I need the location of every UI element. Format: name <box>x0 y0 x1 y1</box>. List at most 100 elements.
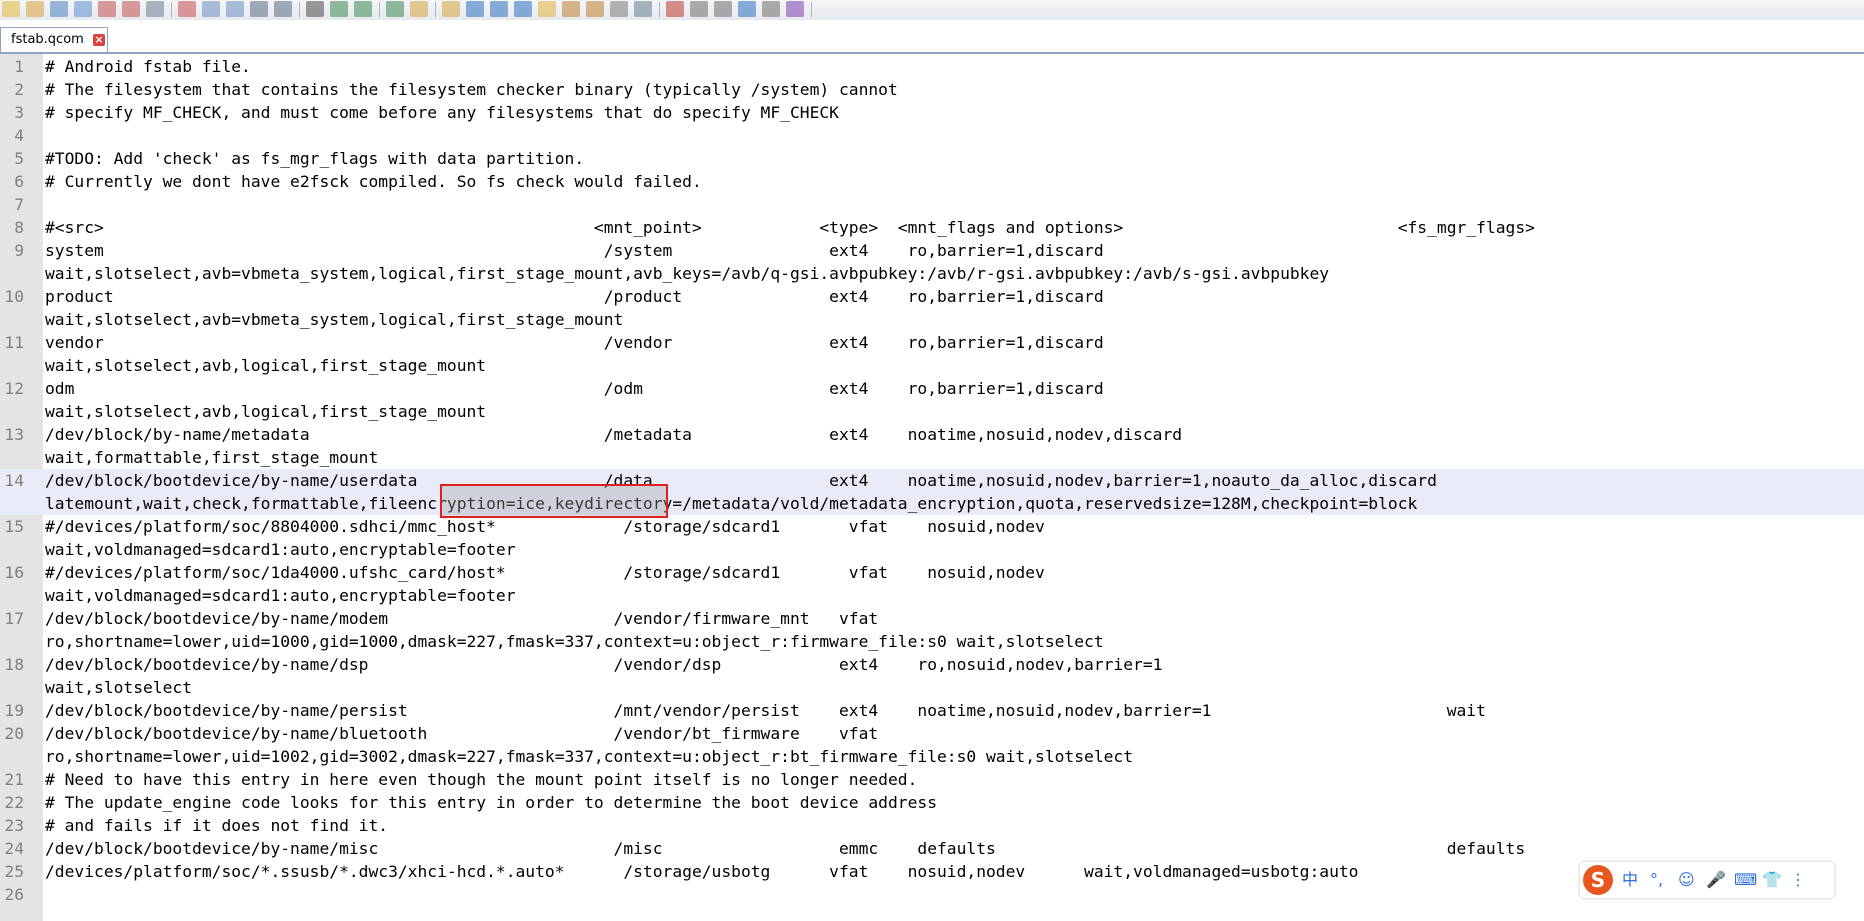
code-line[interactable]: #/devices/platform/soc/1da4000.ufshc_car… <box>45 561 1045 584</box>
tab-fstab-qcom[interactable]: fstab.qcom × <box>0 27 108 53</box>
cut-icon[interactable] <box>178 1 196 17</box>
copy-icon[interactable] <box>202 1 220 17</box>
record-macro-icon[interactable] <box>666 1 684 17</box>
code-line[interactable]: vendor /vendor ext4 ro,barrier=1,discard <box>45 331 1104 354</box>
ime-toolbar[interactable]: S 中 °, ☺ 🎤 ⌨ 👕 ⋮ <box>1580 862 1834 898</box>
line-number: 8 <box>14 218 24 237</box>
print-icon[interactable] <box>146 1 164 17</box>
sync-vertical-icon[interactable] <box>410 1 428 17</box>
save-all-icon[interactable] <box>74 1 92 17</box>
tab-close-icon[interactable]: × <box>93 34 105 46</box>
code-line[interactable]: #<src> <mnt_point> <type> <mnt_flags and… <box>45 216 1535 239</box>
code-line[interactable]: /dev/block/bootdevice/by-name/dsp /vendo… <box>45 653 1162 676</box>
close-icon[interactable] <box>98 1 116 17</box>
line-number: 14 <box>4 471 24 490</box>
line-number: 4 <box>14 126 24 145</box>
toolbar-separator <box>379 2 380 17</box>
code-line[interactable]: wait,voldmanaged=sdcard1:auto,encryptabl… <box>45 538 516 561</box>
code-line[interactable]: #TODO: Add 'check' as fs_mgr_flags with … <box>45 147 584 170</box>
document-map-icon[interactable] <box>610 1 628 17</box>
close-all-icon[interactable] <box>122 1 140 17</box>
code-line[interactable]: wait,slotselect,avb=vbmeta_system,logica… <box>45 262 1329 285</box>
code-line[interactable]: product /product ext4 ro,barrier=1,disca… <box>45 285 1104 308</box>
code-line[interactable]: ro,shortname=lower,uid=1000,gid=1000,dma… <box>45 630 1104 653</box>
toolbar-separator <box>299 2 300 17</box>
sync-horizontal-icon[interactable] <box>442 1 460 17</box>
code-line[interactable]: latemount,wait,check,formattable,fileenc… <box>45 492 1417 515</box>
code-line[interactable]: /dev/block/bootdevice/by-name/userdata /… <box>45 469 1437 492</box>
open-file-icon[interactable] <box>26 1 44 17</box>
code-line[interactable]: wait,slotselect <box>45 676 192 699</box>
bookmark-icon[interactable] <box>538 1 556 17</box>
zoom-out-icon[interactable] <box>386 1 404 17</box>
redo-icon[interactable] <box>274 1 292 17</box>
ime-more-icon[interactable]: ⋮ <box>1790 870 1806 890</box>
line-number: 3 <box>14 103 24 122</box>
code-line[interactable]: # Need to have this entry in here even t… <box>45 768 917 791</box>
ime-emoji-icon[interactable]: ☺ <box>1678 870 1695 890</box>
code-line[interactable]: /devices/platform/soc/*.ssusb/*.dwc3/xhc… <box>45 860 1359 883</box>
code-line[interactable]: #/devices/platform/soc/8804000.sdhci/mmc… <box>45 515 1045 538</box>
spellcheck-icon[interactable] <box>786 1 804 17</box>
toolbar-separator <box>171 2 172 17</box>
code-line[interactable]: # The filesystem that contains the files… <box>45 78 898 101</box>
ime-chinese-mode[interactable]: 中 <box>1622 870 1638 890</box>
stop-macro-icon[interactable] <box>690 1 708 17</box>
play-macro-icon[interactable] <box>714 1 732 17</box>
toolbar <box>0 0 1864 21</box>
undo-icon[interactable] <box>250 1 268 17</box>
code-line[interactable]: wait,slotselect,avb,logical,first_stage_… <box>45 354 486 377</box>
line-number: 7 <box>14 195 24 214</box>
function-list-icon[interactable] <box>562 1 580 17</box>
code-line[interactable]: odm /odm ext4 ro,barrier=1,discard <box>45 377 1104 400</box>
line-number: 17 <box>4 609 24 628</box>
code-line[interactable]: /dev/block/bootdevice/by-name/bluetooth … <box>45 722 878 745</box>
code-line[interactable]: /dev/block/bootdevice/by-name/persist /m… <box>45 699 1486 722</box>
line-number: 9 <box>14 241 24 260</box>
line-number: 16 <box>4 563 24 582</box>
code-line[interactable]: wait,formattable,first_stage_mount <box>45 446 378 469</box>
code-line[interactable]: # Android fstab file. <box>45 55 251 78</box>
line-number: 12 <box>4 379 24 398</box>
line-number: 2 <box>14 80 24 99</box>
toolbar-separator <box>659 2 660 17</box>
folder-tree-icon[interactable] <box>586 1 604 17</box>
line-number: 10 <box>4 287 24 306</box>
line-number: 13 <box>4 425 24 444</box>
ime-punctuation-icon[interactable]: °, <box>1650 870 1663 890</box>
toolbar-separator <box>435 2 436 17</box>
line-number: 18 <box>4 655 24 674</box>
word-wrap-icon[interactable] <box>466 1 484 17</box>
zoom-in-icon[interactable] <box>354 1 372 17</box>
line-number: 24 <box>4 839 24 858</box>
ime-voice-icon[interactable]: 🎤 <box>1706 870 1726 890</box>
code-line[interactable]: /dev/block/bootdevice/by-name/modem /ven… <box>45 607 878 630</box>
code-line[interactable]: wait,voldmanaged=sdcard1:auto,encryptabl… <box>45 584 516 607</box>
code-line[interactable]: # specify MF_CHECK, and must come before… <box>45 101 839 124</box>
monitor-icon[interactable] <box>634 1 652 17</box>
show-all-chars-icon[interactable] <box>490 1 508 17</box>
find-icon[interactable] <box>306 1 324 17</box>
replace-icon[interactable] <box>330 1 348 17</box>
line-number: 6 <box>14 172 24 191</box>
code-line[interactable]: ro,shortname=lower,uid=1002,gid=3002,dma… <box>45 745 1133 768</box>
toolbar-separator <box>811 2 812 17</box>
code-line[interactable]: /dev/block/bootdevice/by-name/misc /misc… <box>45 837 1525 860</box>
ime-skin-icon[interactable]: 👕 <box>1762 870 1782 890</box>
search-match-highlight <box>440 484 668 518</box>
code-line[interactable]: # Currently we dont have e2fsck compiled… <box>45 170 702 193</box>
run-macro-multiple-icon[interactable] <box>738 1 756 17</box>
indent-guide-icon[interactable] <box>514 1 532 17</box>
code-line[interactable]: wait,slotselect,avb,logical,first_stage_… <box>45 400 486 423</box>
save-macro-icon[interactable] <box>762 1 780 17</box>
new-file-icon[interactable] <box>2 1 20 17</box>
code-line[interactable]: /dev/block/by-name/metadata /metadata ex… <box>45 423 1182 446</box>
paste-icon[interactable] <box>226 1 244 17</box>
ime-keyboard-icon[interactable]: ⌨ <box>1734 870 1757 890</box>
code-line[interactable]: system /system ext4 ro,barrier=1,discard <box>45 239 1104 262</box>
code-line[interactable]: # and fails if it does not find it. <box>45 814 388 837</box>
code-line[interactable]: wait,slotselect,avb=vbmeta_system,logica… <box>45 308 623 331</box>
code-line[interactable]: # The update_engine code looks for this … <box>45 791 937 814</box>
sogou-logo-icon[interactable]: S <box>1583 865 1613 895</box>
save-icon[interactable] <box>50 1 68 17</box>
